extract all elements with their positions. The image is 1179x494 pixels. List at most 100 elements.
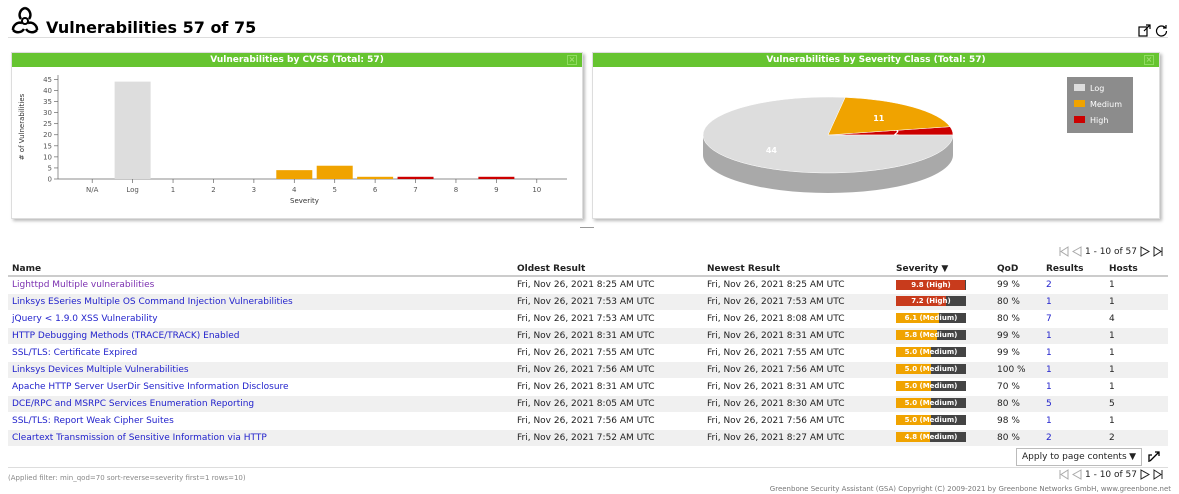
results-link[interactable]: 1 xyxy=(1046,416,1052,426)
severity-bar: 5.0 (Medium) xyxy=(896,398,966,409)
oldest-result-cell: Fri, Nov 26, 2021 7:56 AM UTC xyxy=(513,412,703,430)
table-row[interactable]: Linksys Devices Multiple Vulnerabilities… xyxy=(8,361,1168,379)
bar-7[interactable] xyxy=(397,176,434,179)
next-page-icon[interactable] xyxy=(1140,469,1150,480)
table-row[interactable]: SSL/TLS: Report Weak Cipher Suites Fri, N… xyxy=(8,412,1168,430)
newest-result-cell: Fri, Nov 26, 2021 7:53 AM UTC xyxy=(703,293,892,311)
vuln-name-cell: Lighttpd Multiple vulnerabilities xyxy=(8,276,513,294)
table-row[interactable]: Cleartext Transmission of Sensitive Info… xyxy=(8,429,1168,447)
vuln-name-link[interactable]: Linksys ESeries Multiple OS Command Inje… xyxy=(12,297,293,307)
previous-page-icon[interactable] xyxy=(1072,469,1082,480)
vuln-name-link[interactable]: SSL/TLS: Certificate Expired xyxy=(12,348,137,358)
severity-chart-title-bar[interactable]: Vulnerabilities by Severity Class (Total… xyxy=(593,53,1159,67)
bar-5[interactable] xyxy=(316,165,353,179)
qod-cell: 100 % xyxy=(993,361,1042,379)
bar-4[interactable] xyxy=(276,170,313,179)
vulnerabilities-table: Name Oldest Result Newest Result Severit… xyxy=(8,262,1168,447)
next-page-icon[interactable] xyxy=(1140,246,1150,257)
vuln-name-link[interactable]: SSL/TLS: Report Weak Cipher Suites xyxy=(12,416,174,426)
results-link[interactable]: 1 xyxy=(1046,348,1052,358)
x-tick-label: 7 xyxy=(413,186,417,194)
oldest-result-cell: Fri, Nov 26, 2021 7:56 AM UTC xyxy=(513,361,703,379)
applied-filter-text: (Applied filter: min_qod=70 sort-reverse… xyxy=(8,474,246,482)
first-page-icon[interactable] xyxy=(1059,246,1069,257)
column-header-newest[interactable]: Newest Result xyxy=(703,262,892,277)
column-header-oldest[interactable]: Oldest Result xyxy=(513,262,703,277)
newest-result-cell: Fri, Nov 26, 2021 8:31 AM UTC xyxy=(703,378,892,396)
vuln-name-link[interactable]: Apache HTTP Server UserDir Sensitive Inf… xyxy=(12,382,289,392)
table-row[interactable]: jQuery < 1.9.0 XSS Vulnerability Fri, Nov… xyxy=(8,310,1168,328)
table-row[interactable]: DCE/RPC and MSRPC Services Enumeration R… xyxy=(8,395,1168,413)
vuln-name-link[interactable]: Cleartext Transmission of Sensitive Info… xyxy=(12,433,267,443)
bar-6[interactable] xyxy=(357,176,394,179)
previous-page-icon[interactable] xyxy=(1072,246,1082,257)
x-axis-label: Severity xyxy=(290,197,319,205)
results-link[interactable]: 2 xyxy=(1046,280,1052,290)
column-header-hosts[interactable]: Hosts xyxy=(1105,262,1168,277)
results-link[interactable]: 7 xyxy=(1046,314,1052,324)
chevron-down-icon: ▼ xyxy=(1129,452,1136,462)
table-row[interactable]: SSL/TLS: Certificate Expired Fri, Nov 26,… xyxy=(8,344,1168,362)
severity-cell: 5.8 (Medium) xyxy=(892,327,993,345)
newest-result-cell: Fri, Nov 26, 2021 8:25 AM UTC xyxy=(703,276,892,294)
bar-Log[interactable] xyxy=(114,81,151,179)
apply-to-select[interactable]: Apply to page contents ▼ xyxy=(1016,448,1142,466)
x-tick-label: 3 xyxy=(252,186,256,194)
column-header-name[interactable]: Name xyxy=(8,262,513,277)
vuln-name-link[interactable]: Linksys Devices Multiple Vulnerabilities xyxy=(12,365,189,375)
last-page-icon[interactable] xyxy=(1153,246,1163,257)
results-link[interactable]: 2 xyxy=(1046,433,1052,443)
vuln-name-link[interactable]: HTTP Debugging Methods (TRACE/TRACK) Ena… xyxy=(12,331,240,341)
hosts-cell: 5 xyxy=(1105,395,1168,413)
results-link[interactable]: 1 xyxy=(1046,297,1052,307)
hosts-cell: 1 xyxy=(1105,276,1168,294)
y-tick-label: 45 xyxy=(43,76,52,84)
table-row[interactable]: Apache HTTP Server UserDir Sensitive Inf… xyxy=(8,378,1168,396)
table-row[interactable]: Linksys ESeries Multiple OS Command Inje… xyxy=(8,293,1168,311)
results-cell: 2 xyxy=(1042,429,1105,447)
bar-9[interactable] xyxy=(478,176,515,179)
oldest-result-cell: Fri, Nov 26, 2021 8:31 AM UTC xyxy=(513,327,703,345)
close-icon[interactable]: × xyxy=(567,55,577,65)
results-link[interactable]: 5 xyxy=(1046,399,1052,409)
close-icon[interactable]: × xyxy=(1144,55,1154,65)
column-header-qod[interactable]: QoD xyxy=(993,262,1042,277)
vuln-name-cell: jQuery < 1.9.0 XSS Vulnerability xyxy=(8,310,513,328)
refresh-icon[interactable] xyxy=(1155,24,1168,37)
chart-resize-handle[interactable] xyxy=(580,227,594,228)
vuln-name-cell: Cleartext Transmission of Sensitive Info… xyxy=(8,429,513,447)
hosts-cell: 2 xyxy=(1105,429,1168,447)
column-header-results[interactable]: Results xyxy=(1042,262,1105,277)
x-tick-label: 4 xyxy=(292,186,297,194)
table-row[interactable]: Lighttpd Multiple vulnerabilities Fri, No… xyxy=(8,276,1168,294)
severity-cell: 5.0 (Medium) xyxy=(892,395,993,413)
vuln-name-link[interactable]: jQuery < 1.9.0 XSS Vulnerability xyxy=(12,314,158,324)
results-link[interactable]: 1 xyxy=(1046,382,1052,392)
results-cell: 1 xyxy=(1042,378,1105,396)
cvss-chart-panel: Vulnerabilities by CVSS (Total: 57) × 0 5… xyxy=(11,52,583,219)
hosts-cell: 1 xyxy=(1105,293,1168,311)
cvss-chart-title-bar[interactable]: Vulnerabilities by CVSS (Total: 57) × xyxy=(12,53,582,67)
legend-swatch-high xyxy=(1074,116,1085,123)
export-action-icon[interactable] xyxy=(1148,450,1161,463)
vuln-name-link[interactable]: DCE/RPC and MSRPC Services Enumeration R… xyxy=(12,399,254,409)
footer-copyright: Greenbone Security Assistant (GSA) Copyr… xyxy=(769,485,1171,493)
first-page-icon[interactable] xyxy=(1059,469,1069,480)
severity-label: 4.8 (Medium) xyxy=(904,433,958,442)
vuln-name-link[interactable]: Lighttpd Multiple vulnerabilities xyxy=(12,280,154,290)
y-tick-label: 25 xyxy=(43,120,52,128)
results-cell: 1 xyxy=(1042,361,1105,379)
last-page-icon[interactable] xyxy=(1153,469,1163,480)
column-header-severity[interactable]: Severity ▼ xyxy=(892,262,993,277)
legend-label-medium: Medium xyxy=(1090,100,1122,109)
severity-cell: 7.2 (High) xyxy=(892,293,993,311)
results-link[interactable]: 1 xyxy=(1046,331,1052,341)
export-icon[interactable] xyxy=(1138,24,1151,37)
cvss-bar-chart: 051015202530354045N/A Log 1 2 3 4 5 6 7 8 9 10Sever… xyxy=(18,75,567,205)
severity-cell: 5.0 (Medium) xyxy=(892,412,993,430)
severity-bar: 6.1 (Medium) xyxy=(896,313,966,324)
qod-cell: 80 % xyxy=(993,310,1042,328)
table-row[interactable]: HTTP Debugging Methods (TRACE/TRACK) Ena… xyxy=(8,327,1168,345)
results-link[interactable]: 1 xyxy=(1046,365,1052,375)
oldest-result-cell: Fri, Nov 26, 2021 8:05 AM UTC xyxy=(513,395,703,413)
